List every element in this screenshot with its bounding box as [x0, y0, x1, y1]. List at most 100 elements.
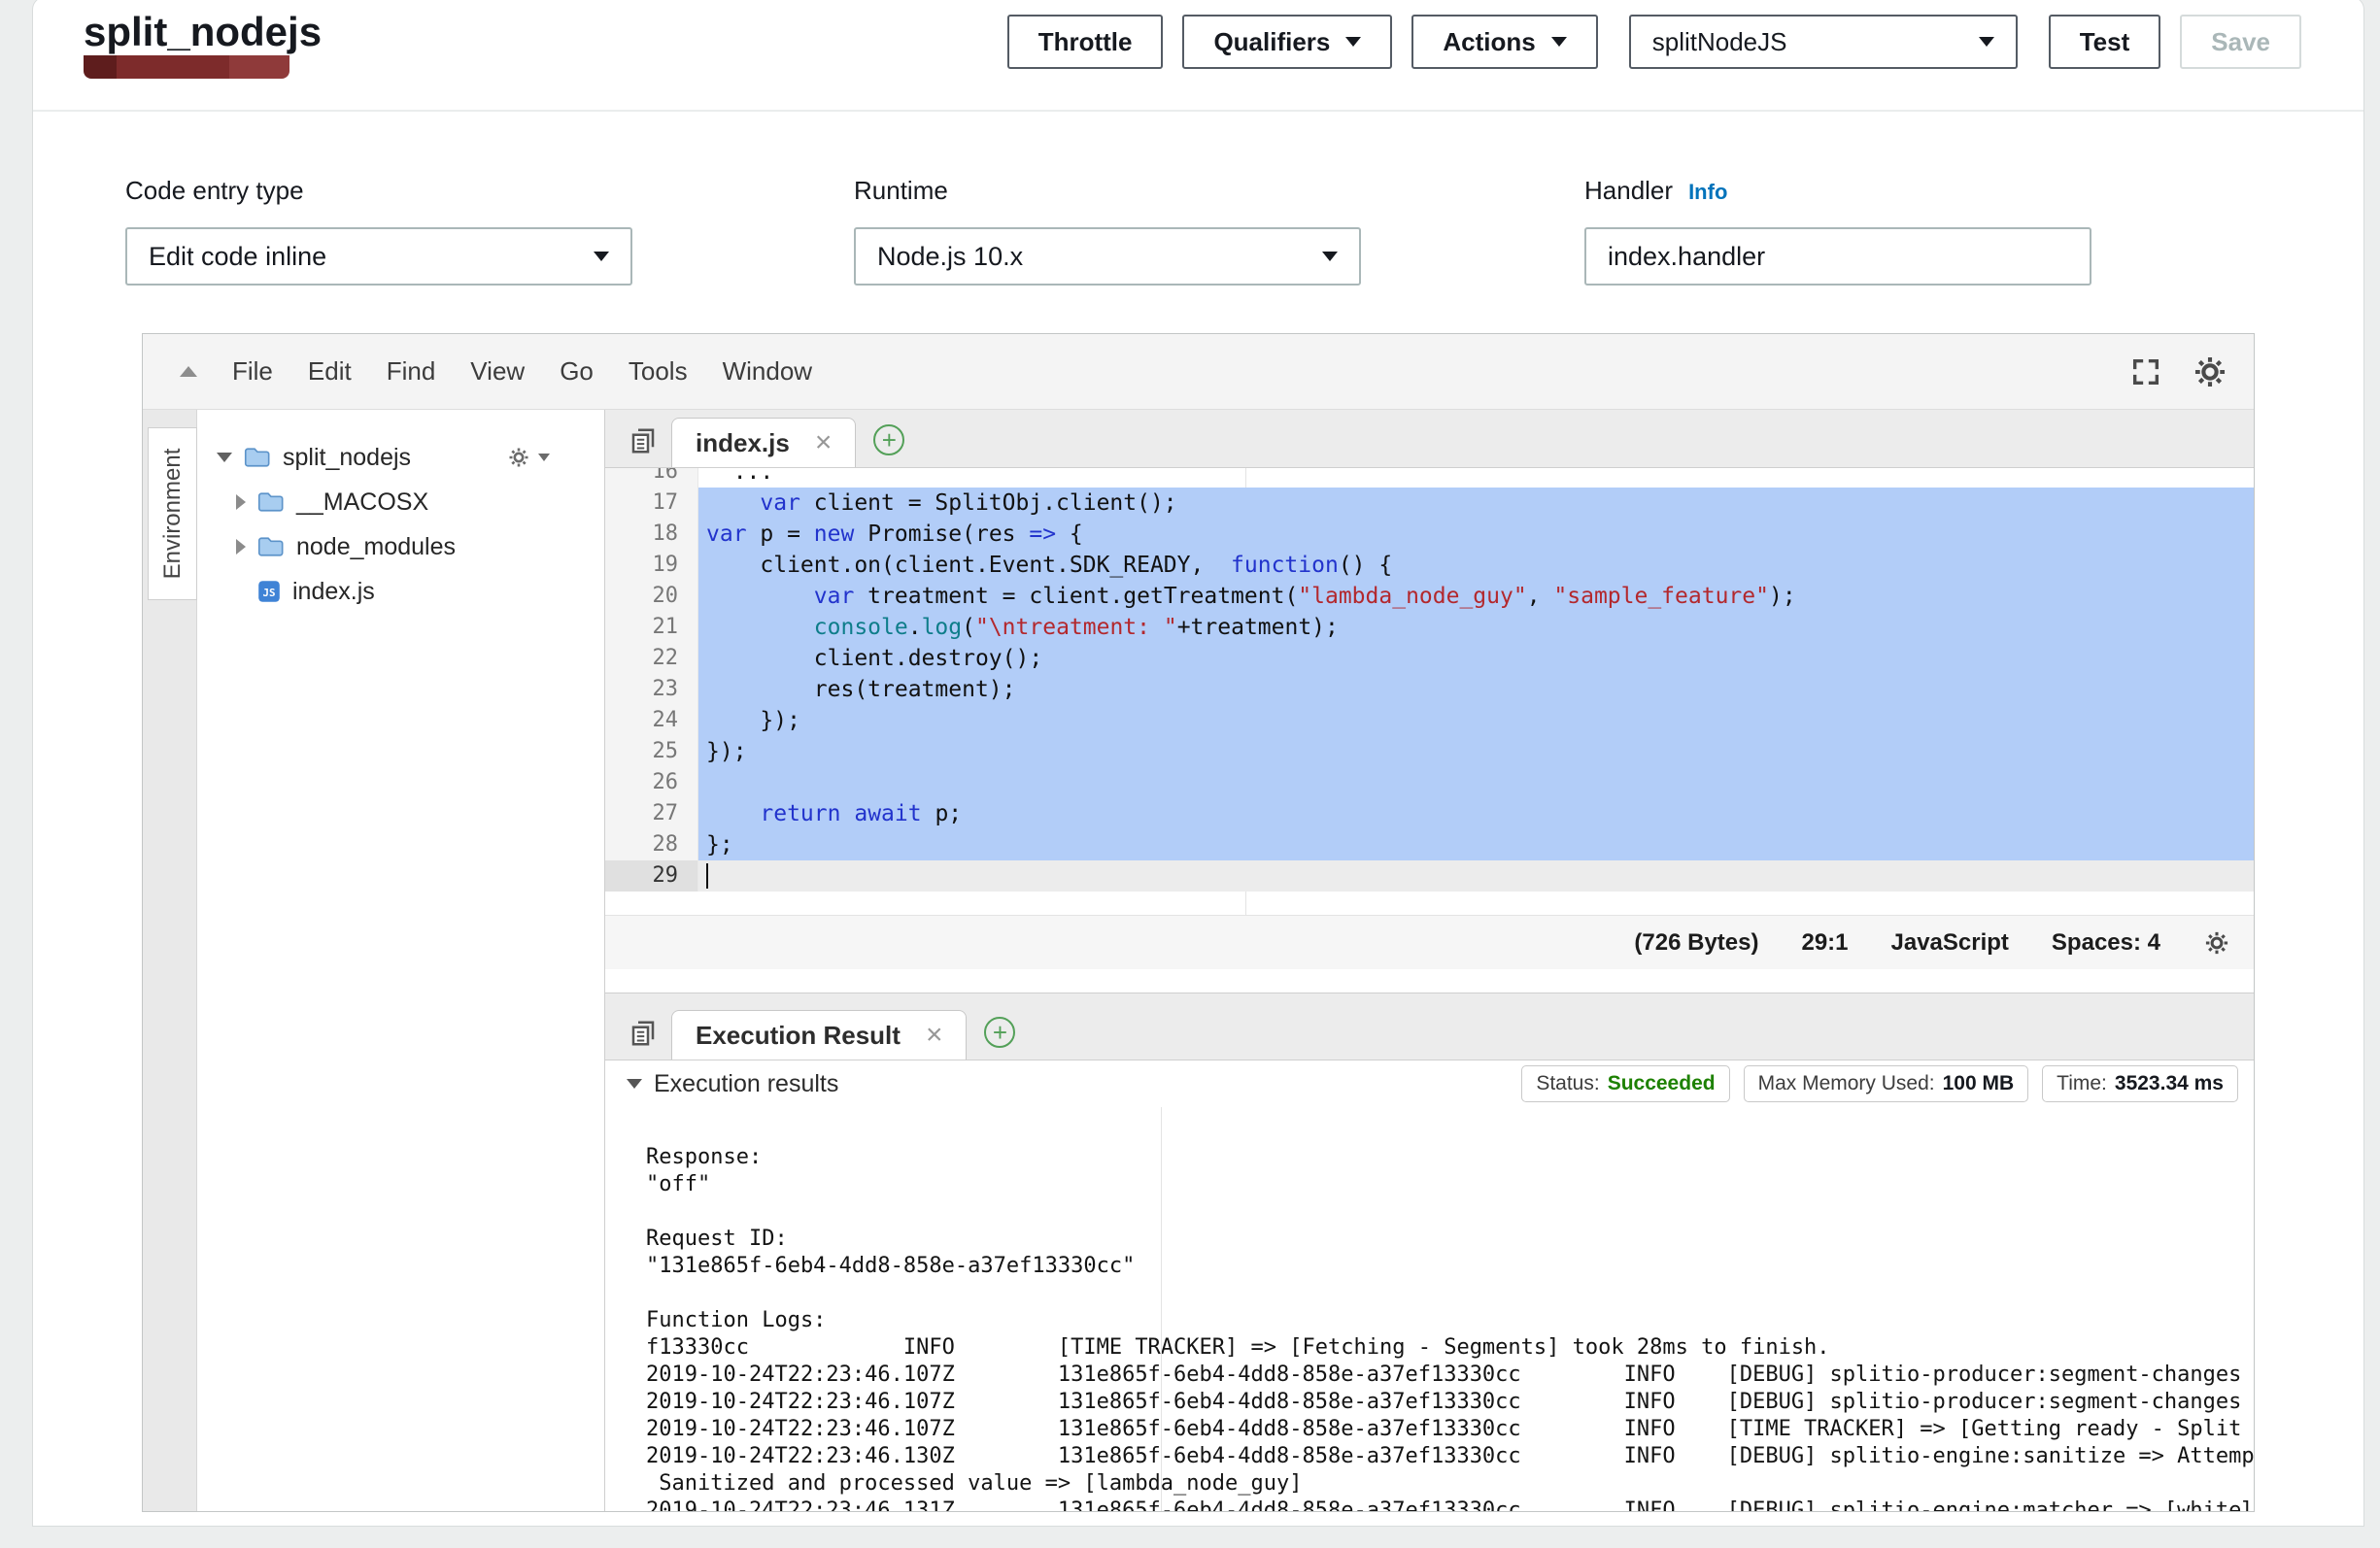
- tab-execution-result[interactable]: Execution Result ×: [671, 1010, 967, 1060]
- tree-item-root-folder[interactable]: split_nodejs: [197, 435, 604, 480]
- tab-list-icon[interactable]: [629, 426, 658, 455]
- menu-find[interactable]: Find: [387, 356, 436, 387]
- log-line: f13330cc INFO [TIME TRACKER] => [Fetchin…: [646, 1334, 2254, 1362]
- code-line[interactable]: 20 var treatment = client.getTreatment("…: [605, 581, 2254, 612]
- time-badge-label: Time:: [2057, 1072, 2107, 1095]
- gutter-line-number[interactable]: 18: [605, 519, 698, 550]
- tree-item-label: split_nodejs: [283, 444, 411, 472]
- status-badge-label: Status:: [1536, 1072, 1599, 1095]
- tree-settings-gear[interactable]: [507, 446, 550, 469]
- actions-button[interactable]: Actions: [1411, 15, 1597, 69]
- gutter-line-number[interactable]: 29: [605, 860, 698, 892]
- code-line[interactable]: 25});: [605, 736, 2254, 767]
- status-badge-value: Succeeded: [1608, 1072, 1716, 1095]
- code-line[interactable]: 27 return await p;: [605, 798, 2254, 829]
- gutter-line-number[interactable]: 22: [605, 643, 698, 674]
- menu-window[interactable]: Window: [723, 356, 812, 387]
- runtime-select[interactable]: Node.js 10.x: [854, 227, 1361, 286]
- runtime-label: Runtime: [854, 176, 948, 206]
- gear-icon[interactable]: [2192, 353, 2228, 390]
- tab-label: index.js: [696, 428, 790, 458]
- gutter-line-number[interactable]: 23: [605, 674, 698, 705]
- log-line: Request ID:: [646, 1226, 2254, 1253]
- svg-text:JS: JS: [262, 587, 275, 599]
- gutter-line-number[interactable]: 26: [605, 767, 698, 798]
- tree-item-label: __MACOSX: [296, 488, 428, 517]
- caret-right-icon[interactable]: [236, 494, 246, 510]
- tree-item-node-modules-folder[interactable]: node_modules: [197, 524, 604, 569]
- code-line[interactable]: 21 console.log("\ntreatment: "+treatment…: [605, 612, 2254, 643]
- tab-indexjs[interactable]: index.js ×: [671, 418, 856, 467]
- gutter-line-number[interactable]: 28: [605, 829, 698, 860]
- code-line[interactable]: 24 });: [605, 705, 2254, 736]
- gutter-line-number[interactable]: 27: [605, 798, 698, 829]
- code-line[interactable]: 19 client.on(client.Event.SDK_READY, fun…: [605, 550, 2254, 581]
- folder-icon: [244, 446, 271, 469]
- test-button[interactable]: Test: [2049, 15, 2161, 69]
- new-tab-plus-icon[interactable]: +: [984, 1017, 1015, 1048]
- handler-value: index.handler: [1608, 242, 1765, 272]
- gutter-line-number[interactable]: 19: [605, 550, 698, 581]
- close-icon[interactable]: ×: [926, 1021, 943, 1050]
- code-line[interactable]: 28};: [605, 829, 2254, 860]
- clipped-banner-fragment: [84, 55, 289, 79]
- code-entry-type-select[interactable]: Edit code inline: [125, 227, 632, 286]
- runtime-value: Node.js 10.x: [877, 242, 1023, 272]
- code-line[interactable]: 23 res(treatment);: [605, 674, 2254, 705]
- tree-item-indexjs-file[interactable]: JS index.js: [197, 569, 604, 614]
- gutter-line-number[interactable]: 21: [605, 612, 698, 643]
- fullscreen-icon[interactable]: [2129, 355, 2162, 388]
- gutter-line-number[interactable]: 20: [605, 581, 698, 612]
- code-line[interactable]: 18var p = new Promise(res => {: [605, 519, 2254, 550]
- lambda-function-card: split_nodejs Throttle Qualifiers Actions…: [32, 0, 2364, 1527]
- tree-item-macosx-folder[interactable]: __MACOSX: [197, 480, 604, 524]
- menu-tools[interactable]: Tools: [629, 356, 688, 387]
- tab-list-icon[interactable]: [629, 1019, 658, 1048]
- gutter-line-number[interactable]: 24: [605, 705, 698, 736]
- handler-info-link[interactable]: Info: [1688, 180, 1727, 205]
- results-tabbar: Execution Result × +: [605, 993, 2254, 1060]
- log-line: Function Logs:: [646, 1307, 2254, 1334]
- new-tab-plus-icon[interactable]: +: [873, 424, 904, 455]
- menu-go[interactable]: Go: [560, 356, 594, 387]
- memory-badge-label: Max Memory Used:: [1758, 1072, 1935, 1095]
- log-line: Sanitized and processed value => [lambda…: [646, 1470, 2254, 1498]
- caret-right-icon[interactable]: [236, 539, 246, 555]
- save-button[interactable]: Save: [2180, 15, 2301, 69]
- gutter-line-number[interactable]: 16: [605, 468, 698, 488]
- editor-statusbar: (726 Bytes) 29:1 JavaScript Spaces: 4: [605, 915, 2254, 969]
- menu-file[interactable]: File: [232, 356, 273, 387]
- code-editor-area[interactable]: 16 ...17 var client = SplitObj.client();…: [605, 468, 2254, 915]
- qualifiers-button[interactable]: Qualifiers: [1182, 15, 1392, 69]
- editor-settings-gear-icon[interactable]: [2203, 929, 2230, 957]
- page-title: split_nodejs: [84, 9, 322, 55]
- code-line[interactable]: 22 client.destroy();: [605, 643, 2254, 674]
- caret-down-icon[interactable]: [217, 453, 232, 462]
- print-margin-line: [1161, 1107, 1162, 1511]
- gutter-line-number[interactable]: 25: [605, 736, 698, 767]
- close-icon[interactable]: ×: [815, 428, 833, 457]
- code-line[interactable]: 29: [605, 860, 2254, 892]
- collapse-menubar-icon[interactable]: [180, 366, 197, 377]
- handler-input[interactable]: index.handler: [1584, 227, 2091, 286]
- qualifier-version-select[interactable]: splitNodeJS: [1629, 15, 2018, 69]
- caret-down-icon[interactable]: [627, 1079, 642, 1089]
- text-cursor: [706, 863, 708, 889]
- execution-results-output: Response:"off"Request ID:"131e865f-6eb4-…: [605, 1107, 2254, 1511]
- memory-badge-value: 100 MB: [1943, 1072, 2015, 1095]
- throttle-button[interactable]: Throttle: [1007, 15, 1164, 69]
- cloud9-editor: File Edit Find View Go Tools Window: [142, 333, 2255, 1512]
- menu-view[interactable]: View: [470, 356, 525, 387]
- code-line[interactable]: 16 ...: [605, 468, 2254, 488]
- file-tree: split_nodejs: [197, 410, 605, 1511]
- gear-icon: [507, 446, 530, 469]
- cursor-position-indicator: 29:1: [1801, 929, 1848, 957]
- code-line[interactable]: 26: [605, 767, 2254, 798]
- execution-results-title: Execution results: [654, 1070, 838, 1098]
- gutter-line-number[interactable]: 17: [605, 488, 698, 519]
- menu-edit[interactable]: Edit: [308, 356, 352, 387]
- code-line[interactable]: 17 var client = SplitObj.client();: [605, 488, 2254, 519]
- handler-field: Handler Info index.handler: [1584, 176, 2091, 286]
- environment-tab[interactable]: Environment: [148, 427, 197, 600]
- environment-strip: Environment: [143, 410, 197, 1511]
